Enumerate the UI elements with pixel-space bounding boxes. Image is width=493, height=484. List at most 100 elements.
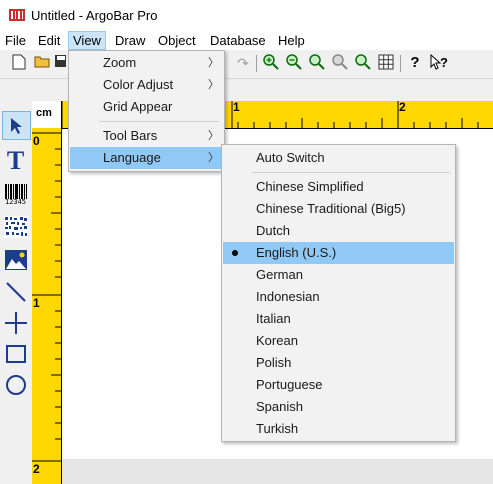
image-tool-button[interactable] [2, 246, 29, 273]
help-icon[interactable]: ? [406, 54, 424, 72]
language-label: Auto Switch [256, 150, 325, 165]
view-menu-tool-bars[interactable]: Tool Bars 〉 [70, 125, 223, 147]
window-title: Untitled - ArgoBar Pro [31, 8, 158, 23]
view-menu-grid-appear-label: Grid Appear [103, 99, 173, 114]
menu-edit[interactable]: Edit [38, 32, 60, 49]
view-menu-color-adjust[interactable]: Color Adjust 〉 [70, 74, 223, 96]
language-item-german[interactable]: German [223, 264, 454, 286]
cross-line-icon [4, 311, 27, 334]
new-file-icon[interactable] [10, 54, 28, 72]
zoom-actual-icon[interactable] [331, 54, 349, 72]
image-icon [4, 249, 27, 270]
ruler-label-2: 2 [399, 100, 406, 114]
redo-icon[interactable]: ↷ [234, 54, 252, 72]
line-icon [5, 281, 26, 302]
language-label: German [256, 267, 303, 282]
toolbar-separator [400, 55, 401, 72]
zoom-page-icon[interactable] [354, 54, 372, 72]
pointer-icon [10, 117, 22, 134]
rectangle-icon [5, 344, 26, 363]
language-item-korean[interactable]: Korean [223, 330, 454, 352]
chevron-right-icon: 〉 [208, 152, 219, 164]
view-menu-tool-bars-label: Tool Bars [103, 128, 158, 143]
barcode-caption: 12345 [4, 197, 27, 206]
language-label: Turkish [256, 421, 299, 436]
ruler-left-label-0: 0 [33, 134, 40, 148]
view-menu-grid-appear[interactable]: Grid Appear [70, 96, 223, 118]
language-label: Chinese Simplified [256, 179, 364, 194]
menu-object[interactable]: Object [158, 32, 196, 49]
language-label: Dutch [256, 223, 290, 238]
barcode-icon [4, 183, 27, 199]
chevron-right-icon: 〉 [208, 130, 219, 142]
language-item-italian[interactable]: Italian [223, 308, 454, 330]
language-label: Chinese Traditional (Big5) [256, 201, 406, 216]
vertical-ruler: 0 1 2 [32, 128, 62, 484]
language-submenu: Auto Switch Chinese Simplified Chinese T… [221, 144, 456, 442]
menu-separator [99, 121, 219, 122]
language-item-english-us[interactable]: English (U.S.) [223, 242, 454, 264]
menu-database[interactable]: Database [210, 32, 266, 49]
pointer-tool-button[interactable] [2, 111, 31, 140]
chevron-right-icon: 〉 [208, 57, 219, 69]
zoom-out-icon[interactable] [285, 54, 303, 72]
language-label: Italian [256, 311, 291, 326]
canvas-background [62, 459, 493, 484]
radio-bullet-icon [232, 250, 238, 256]
save-icon[interactable] [54, 54, 66, 72]
menu-view[interactable]: View [68, 31, 106, 50]
tool-palette: T 12345 [0, 101, 33, 484]
ruler-left-label-1: 1 [33, 296, 40, 310]
language-label: Spanish [256, 399, 303, 414]
cross-line-tool-button[interactable] [2, 309, 29, 336]
rectangle-tool-button[interactable] [2, 340, 29, 367]
ruler-unit-label: cm [36, 107, 52, 119]
open-folder-icon[interactable] [33, 54, 51, 72]
app-icon [9, 9, 25, 21]
2d-barcode-tool-button[interactable] [2, 213, 29, 240]
ruler-unit-box: cm [32, 101, 62, 129]
language-label: Polish [256, 355, 292, 370]
context-help-icon[interactable]: ? [428, 53, 450, 72]
language-item-auto-switch[interactable]: Auto Switch [223, 147, 454, 169]
text-icon: T [6, 145, 25, 175]
menu-help[interactable]: Help [278, 32, 305, 49]
view-menu-zoom-label: Zoom [103, 55, 137, 70]
barcode-tool-button[interactable]: 12345 [2, 181, 29, 208]
language-item-portuguese[interactable]: Portuguese [223, 374, 454, 396]
language-item-chinese-traditional[interactable]: Chinese Traditional (Big5) [223, 198, 454, 220]
title-bar: Untitled - ArgoBar Pro [0, 0, 493, 30]
grid-icon[interactable] [377, 54, 395, 72]
zoom-fit-icon[interactable] [308, 54, 326, 72]
language-item-dutch[interactable]: Dutch [223, 220, 454, 242]
view-menu-language-label: Language [103, 150, 161, 165]
language-item-spanish[interactable]: Spanish [223, 396, 454, 418]
menu-separator [252, 172, 450, 173]
zoom-in-icon[interactable] [262, 54, 280, 72]
ruler-label-1: 1 [233, 100, 240, 114]
context-help-glyph: ? [440, 55, 448, 70]
menu-file[interactable]: File [5, 32, 26, 49]
menu-draw[interactable]: Draw [115, 32, 145, 49]
line-tool-button[interactable] [2, 278, 29, 305]
language-item-turkish[interactable]: Turkish [223, 418, 454, 440]
2d-barcode-icon [3, 215, 28, 238]
language-item-chinese-simplified[interactable]: Chinese Simplified [223, 176, 454, 198]
view-menu-zoom[interactable]: Zoom 〉 [70, 52, 223, 74]
language-label: Korean [256, 333, 298, 348]
view-menu-color-adjust-label: Color Adjust [103, 77, 174, 92]
ruler-left-label-2: 2 [33, 462, 40, 476]
view-menu: Zoom 〉 Color Adjust 〉 Grid Appear Tool B… [68, 50, 225, 172]
language-item-indonesian[interactable]: Indonesian [223, 286, 454, 308]
view-menu-language[interactable]: Language 〉 [70, 147, 223, 169]
language-label: Portuguese [256, 377, 323, 392]
language-label: Indonesian [256, 289, 320, 304]
ellipse-icon [5, 374, 26, 395]
ellipse-tool-button[interactable] [2, 371, 29, 398]
language-label: English (U.S.) [256, 245, 337, 260]
chevron-right-icon: 〉 [208, 79, 219, 91]
menu-bar: File Edit View Draw Object Database Help [0, 30, 493, 50]
toolbar-separator [256, 55, 257, 72]
language-item-polish[interactable]: Polish [223, 352, 454, 374]
text-tool-button[interactable]: T [2, 145, 29, 175]
